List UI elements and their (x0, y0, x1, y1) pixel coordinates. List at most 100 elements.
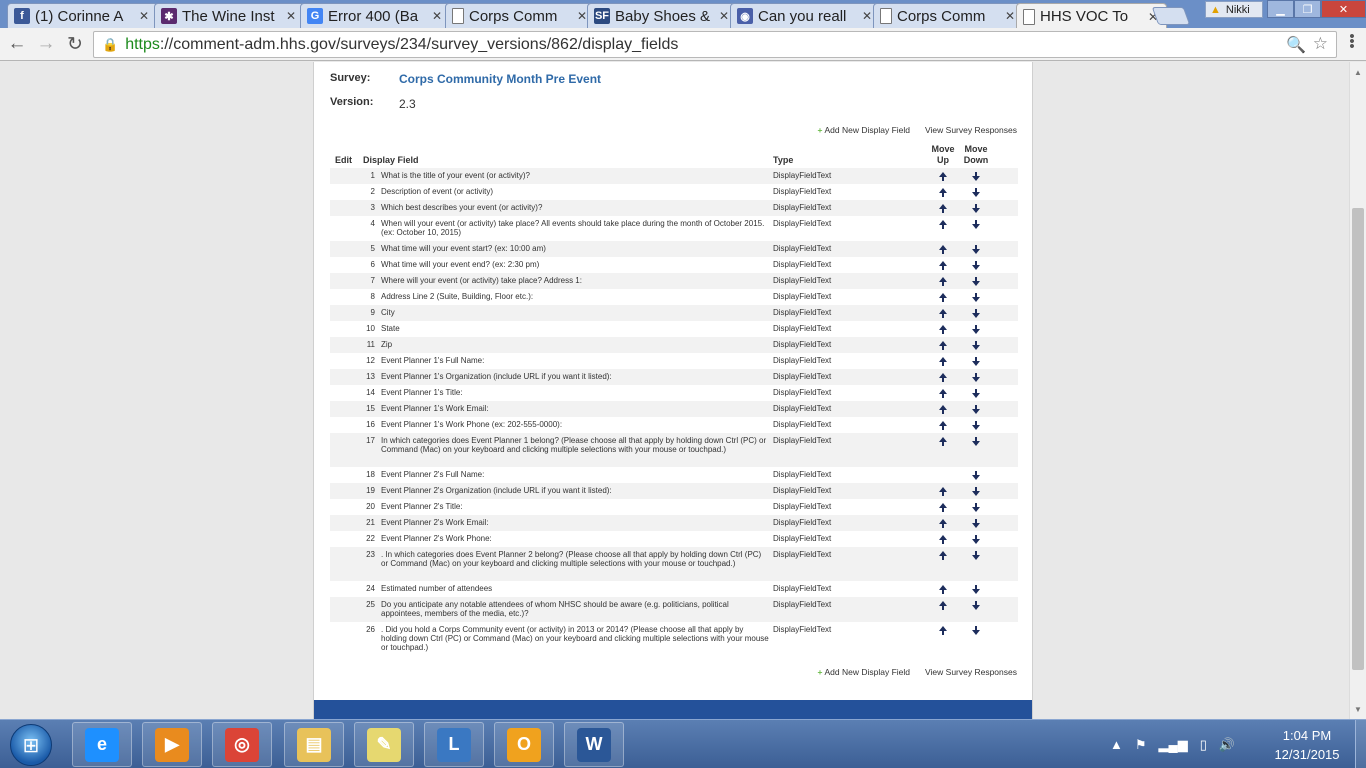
start-button[interactable]: ⊞ (10, 724, 52, 766)
move-down-arrow-icon[interactable] (970, 202, 982, 214)
move-down-arrow-icon[interactable] (970, 323, 982, 335)
forward-button[interactable]: → (35, 33, 57, 55)
move-up-arrow-icon[interactable] (937, 583, 949, 595)
move-down-arrow-icon[interactable] (970, 186, 982, 198)
move-down-arrow-icon[interactable] (970, 387, 982, 399)
move-up-arrow-icon[interactable] (937, 243, 949, 255)
move-down-arrow-icon[interactable] (970, 469, 982, 481)
taskbar-app-button[interactable]: ✎ (354, 722, 414, 767)
move-up-arrow-icon[interactable] (937, 403, 949, 415)
zoom-icon[interactable]: 🔍 (1286, 35, 1306, 55)
browser-tab[interactable]: ✱ The Wine Inst ✕ (154, 3, 305, 28)
browser-tab[interactable]: HHS VOC To ✕ (1016, 3, 1167, 29)
back-button[interactable]: ← (6, 33, 28, 55)
move-up-arrow-icon[interactable] (937, 323, 949, 335)
minimize-button[interactable]: ▁ (1267, 0, 1294, 18)
move-down-arrow-icon[interactable] (970, 435, 982, 447)
move-down-arrow-icon[interactable] (970, 403, 982, 415)
move-down-arrow-icon[interactable] (970, 533, 982, 545)
move-up-arrow-icon[interactable] (937, 355, 949, 367)
move-down-arrow-icon[interactable] (970, 218, 982, 230)
move-up-arrow-icon[interactable] (937, 275, 949, 287)
move-down-arrow-icon[interactable] (970, 291, 982, 303)
move-up-arrow-icon[interactable] (937, 307, 949, 319)
move-down-arrow-icon[interactable] (970, 485, 982, 497)
move-down-arrow-icon[interactable] (970, 355, 982, 367)
table-row: 25 Do you anticipate any notable attendee… (330, 597, 1018, 622)
move-up-arrow-icon[interactable] (937, 549, 949, 561)
volume-icon[interactable]: 🔊 (1219, 737, 1235, 753)
move-down-arrow-icon[interactable] (970, 371, 982, 383)
move-up-arrow-icon[interactable] (937, 485, 949, 497)
move-down-arrow-icon[interactable] (970, 624, 982, 636)
add-display-field-link[interactable]: + Add New Display Field (818, 125, 910, 135)
move-up-arrow-icon[interactable] (937, 339, 949, 351)
move-up-arrow-icon[interactable] (937, 419, 949, 431)
bookmark-star-icon[interactable]: ☆ (1313, 34, 1328, 54)
move-up-arrow-icon[interactable] (937, 533, 949, 545)
move-up-arrow-icon[interactable] (937, 291, 949, 303)
show-desktop-button[interactable] (1355, 720, 1366, 768)
add-display-field-link-bottom[interactable]: + Add New Display Field (818, 667, 910, 677)
move-down-arrow-icon[interactable] (970, 275, 982, 287)
browser-tab[interactable]: Corps Comm ✕ (445, 3, 596, 28)
tab-close-icon[interactable]: ✕ (432, 9, 444, 23)
browser-tab[interactable]: f (1) Corinne A ✕ (7, 3, 158, 28)
move-up-arrow-icon[interactable] (937, 202, 949, 214)
move-up-arrow-icon[interactable] (937, 517, 949, 529)
battery-icon[interactable]: ▯ (1200, 737, 1207, 753)
tab-close-icon[interactable]: ✕ (139, 9, 151, 23)
view-survey-responses-link[interactable]: View Survey Responses (925, 125, 1017, 135)
browser-tab[interactable]: ◉ Can you reall ✕ (730, 3, 881, 28)
taskbar-app-button[interactable]: ▤ (284, 722, 344, 767)
close-window-button[interactable]: ✕ (1321, 0, 1366, 18)
move-down-arrow-icon[interactable] (970, 243, 982, 255)
reload-button[interactable]: ↻ (64, 33, 86, 55)
tab-close-icon[interactable]: ✕ (286, 9, 298, 23)
move-down-arrow-icon[interactable] (970, 170, 982, 182)
taskbar-app-button[interactable]: ◎ (212, 722, 272, 767)
address-bar[interactable]: 🔒 https://comment-adm.hhs.gov/surveys/23… (93, 31, 1337, 58)
taskbar-app-button[interactable]: O (494, 722, 554, 767)
move-up-arrow-icon[interactable] (937, 624, 949, 636)
move-up-arrow-icon[interactable] (937, 218, 949, 230)
move-down-arrow-icon[interactable] (970, 599, 982, 611)
taskbar-app-button[interactable]: e (72, 722, 132, 767)
move-down-arrow-icon[interactable] (970, 517, 982, 529)
view-survey-responses-link-bottom[interactable]: View Survey Responses (925, 667, 1017, 677)
taskbar-app-button[interactable]: L (424, 722, 484, 767)
move-up-arrow-icon[interactable] (937, 501, 949, 513)
move-up-arrow-icon[interactable] (937, 259, 949, 271)
move-up-arrow-icon[interactable] (937, 387, 949, 399)
survey-name-link[interactable]: Corps Community Month Pre Event (399, 72, 601, 86)
taskbar-app-button[interactable]: W (564, 722, 624, 767)
move-down-arrow-icon[interactable] (970, 501, 982, 513)
scrollbar-thumb[interactable] (1352, 208, 1364, 670)
restore-button[interactable]: ❐ (1294, 0, 1321, 18)
move-down-arrow-icon[interactable] (970, 419, 982, 431)
move-up-arrow-icon[interactable] (937, 170, 949, 182)
move-up-arrow-icon[interactable] (937, 599, 949, 611)
vertical-scrollbar[interactable]: ▲ ▼ (1349, 62, 1366, 719)
taskbar-app-button[interactable]: ▶ (142, 722, 202, 767)
new-tab-button[interactable] (1151, 7, 1191, 25)
move-down-arrow-icon[interactable] (970, 549, 982, 561)
move-up-arrow-icon[interactable] (937, 186, 949, 198)
scroll-up-arrow-icon[interactable]: ▲ (1350, 64, 1366, 80)
move-down-arrow-icon[interactable] (970, 583, 982, 595)
system-clock[interactable]: 1:04 PM 12/31/2015 (1262, 726, 1352, 764)
show-hidden-icons-icon[interactable]: ▲ (1110, 737, 1123, 752)
browser-tab[interactable]: SF Baby Shoes & ✕ (587, 3, 738, 28)
move-down-arrow-icon[interactable] (970, 339, 982, 351)
action-center-icon[interactable]: ⚑ (1135, 737, 1147, 753)
scroll-down-arrow-icon[interactable]: ▼ (1350, 701, 1366, 717)
move-down-arrow-icon[interactable] (970, 307, 982, 319)
browser-tab[interactable]: Corps Comm ✕ (873, 3, 1024, 28)
move-up-arrow-icon[interactable] (937, 435, 949, 447)
move-up-arrow-icon[interactable] (937, 371, 949, 383)
profile-button[interactable]: ▲ Nikki (1205, 1, 1263, 18)
move-down-arrow-icon[interactable] (970, 259, 982, 271)
chrome-menu-icon[interactable]: • • • (1345, 29, 1359, 54)
browser-tab[interactable]: G Error 400 (Ba ✕ (300, 3, 451, 28)
network-signal-icon[interactable]: ▂▄▆ (1159, 737, 1188, 753)
